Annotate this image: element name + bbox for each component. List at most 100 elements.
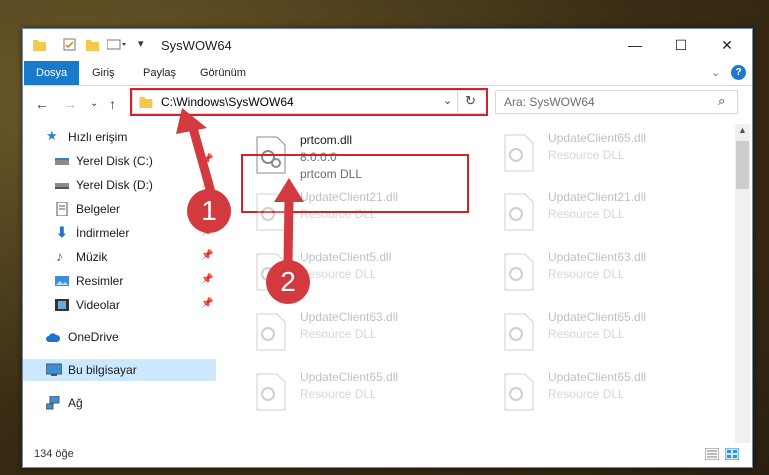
folder-icon <box>33 40 46 51</box>
dll-file-icon <box>504 373 534 411</box>
search-icon[interactable]: ⌕ <box>718 93 725 109</box>
new-folder-icon[interactable] <box>86 38 99 51</box>
file-name: UpdateClient21.dll <box>300 190 399 204</box>
ribbon-tabs: Dosya Giriş Paylaş Görünüm ⌄ ? <box>23 61 752 86</box>
pin-icon[interactable]: 📌 <box>201 298 213 309</box>
file-name: UpdateClient63.dll <box>300 310 399 324</box>
file-description: Resource DLL <box>300 387 377 401</box>
navigation-bar: ← → ⌄ ↑ C:\Windows\SysWOW64 ⌄ ↻ Ara: Sys… <box>23 86 752 120</box>
tab-dosya[interactable]: Dosya <box>24 61 80 85</box>
search-input[interactable]: Ara: SysWOW64 ⌕ <box>495 90 738 114</box>
recent-locations-icon[interactable]: ⌄ <box>90 98 98 109</box>
file-description: Resource DLL <box>548 327 625 341</box>
file-description: Resource DLL <box>548 207 625 221</box>
sidebar-item-label: İndirmeler <box>76 226 130 240</box>
close-button[interactable]: ✕ <box>704 29 750 61</box>
file-description: Resource DLL <box>300 327 377 341</box>
file-name: UpdateClient65.dll <box>300 370 399 384</box>
scroll-up-icon[interactable]: ▲ <box>738 125 747 135</box>
window-title: SysWOW64 <box>161 38 232 53</box>
music-icon: ♪ <box>56 248 63 264</box>
file-tile[interactable]: UpdateClient65.dll Resource DLL <box>496 367 716 425</box>
forward-arrow-icon[interactable]: → <box>63 96 77 112</box>
file-tile[interactable]: UpdateClient63.dll Resource DLL <box>496 247 716 305</box>
pin-icon[interactable]: 📌 <box>201 250 213 261</box>
dll-file-icon <box>504 193 534 231</box>
item-count: 134 öğe <box>34 448 74 460</box>
help-icon[interactable]: ? <box>731 65 746 80</box>
title-bar: ▾ SysWOW64 — ☐ ✕ <box>23 29 752 61</box>
details-view-icon[interactable] <box>705 448 719 460</box>
tab-paylas[interactable]: Paylaş <box>143 61 176 85</box>
sidebar-item-label: Resimler <box>76 274 124 288</box>
dll-file-icon <box>256 193 286 231</box>
file-name: UpdateClient65.dll <box>548 370 647 384</box>
vertical-scrollbar[interactable]: ▲ <box>735 124 750 444</box>
file-description: Resource DLL <box>300 267 377 281</box>
tab-giris[interactable]: Giriş <box>92 61 115 85</box>
sidebar-item-pictures[interactable]: Resimler 📌 <box>23 270 216 292</box>
sidebar-item-this-pc[interactable]: Bu bilgisayar <box>23 359 216 381</box>
file-description: Resource DLL <box>548 148 625 162</box>
scrollbar-thumb[interactable] <box>736 141 749 189</box>
cloud-icon <box>46 333 61 342</box>
minimize-button[interactable]: — <box>612 29 658 61</box>
sidebar-item-label: Videolar <box>76 298 120 312</box>
status-bar: 134 öğe <box>23 443 752 467</box>
file-tile[interactable]: UpdateClient65.dll Resource DLL <box>496 128 716 186</box>
maximize-button[interactable]: ☐ <box>658 29 704 61</box>
customize-toolbar-icon[interactable] <box>107 38 127 51</box>
file-tile[interactable]: UpdateClient65.dll Resource DLL <box>248 367 468 425</box>
computer-icon <box>46 363 62 376</box>
dll-file-icon <box>504 313 534 351</box>
file-name: UpdateClient65.dll <box>548 131 647 145</box>
file-name: UpdateClient5.dll <box>300 250 392 264</box>
sidebar-item-label: Bu bilgisayar <box>68 363 137 377</box>
expand-ribbon-icon[interactable]: ⌄ <box>711 66 720 79</box>
pin-icon[interactable]: 📌 <box>201 178 213 189</box>
dll-file-icon <box>256 313 286 351</box>
file-name: UpdateClient65.dll <box>548 310 647 324</box>
file-name: UpdateClient63.dll <box>548 250 647 264</box>
drive-icon <box>55 183 69 189</box>
back-arrow-icon[interactable]: ← <box>35 96 49 112</box>
tiles-view-icon[interactable] <box>725 448 739 460</box>
sidebar-item-quick-access[interactable]: ★ Hızlı erişim <box>23 126 216 148</box>
callout-2: 2 <box>266 260 310 304</box>
sidebar-item-label: Belgeler <box>76 202 121 216</box>
file-list: prtcom.dll 8.0.0.0 prtcom DLL UpdateClie… <box>238 124 735 444</box>
sidebar-item-label: OneDrive <box>68 330 119 344</box>
file-tile[interactable]: UpdateClient21.dll Resource DLL <box>248 187 468 245</box>
file-tile[interactable]: UpdateClient21.dll Resource DLL <box>496 187 716 245</box>
file-tile[interactable]: UpdateClient63.dll Resource DLL <box>248 307 468 365</box>
pin-icon[interactable]: 📌 <box>201 154 213 165</box>
file-description: Resource DLL <box>300 207 377 221</box>
file-name: prtcom.dll <box>300 133 353 147</box>
file-description: Resource DLL <box>548 387 625 401</box>
sidebar-item-onedrive[interactable]: OneDrive <box>23 326 216 348</box>
sidebar-item-disk-c[interactable]: Yerel Disk (C:) 📌 <box>23 150 216 172</box>
explorer-window: ▾ SysWOW64 — ☐ ✕ Dosya Giriş Paylaş Görü… <box>22 28 753 468</box>
sidebar-item-disk-d[interactable]: Yerel Disk (D:) 📌 <box>23 174 216 196</box>
tab-gorunum[interactable]: Görünüm <box>200 61 246 85</box>
sidebar-item-music[interactable]: ♪ Müzik 📌 <box>23 246 216 268</box>
pin-icon[interactable]: 📌 <box>201 274 213 285</box>
properties-icon[interactable] <box>63 38 76 51</box>
file-tile[interactable]: UpdateClient65.dll Resource DLL <box>496 307 716 365</box>
sidebar-item-downloads[interactable]: ⬇ İndirmeler 📌 <box>23 222 216 244</box>
sidebar-item-label: Müzik <box>76 250 108 264</box>
sidebar-item-videos[interactable]: Videolar 📌 <box>23 294 216 316</box>
dropdown-arrow-icon[interactable]: ▾ <box>138 37 144 50</box>
search-placeholder: Ara: SysWOW64 <box>504 95 595 109</box>
sidebar-item-label: Hızlı erişim <box>68 130 128 144</box>
sidebar-item-network[interactable]: Ağ <box>23 392 216 414</box>
pictures-icon <box>55 276 69 286</box>
callout-1: 1 <box>187 189 231 233</box>
dll-file-icon <box>504 134 534 172</box>
sidebar-item-label: Yerel Disk (C:) <box>76 154 153 168</box>
navigation-pane: ★ Hızlı erişim Yerel Disk (C:) 📌 Yerel D… <box>23 124 216 444</box>
sidebar-item-label: Yerel Disk (D:) <box>76 178 153 192</box>
up-arrow-icon[interactable]: ↑ <box>109 96 116 112</box>
documents-icon <box>56 202 68 216</box>
download-icon: ⬇ <box>56 224 68 240</box>
